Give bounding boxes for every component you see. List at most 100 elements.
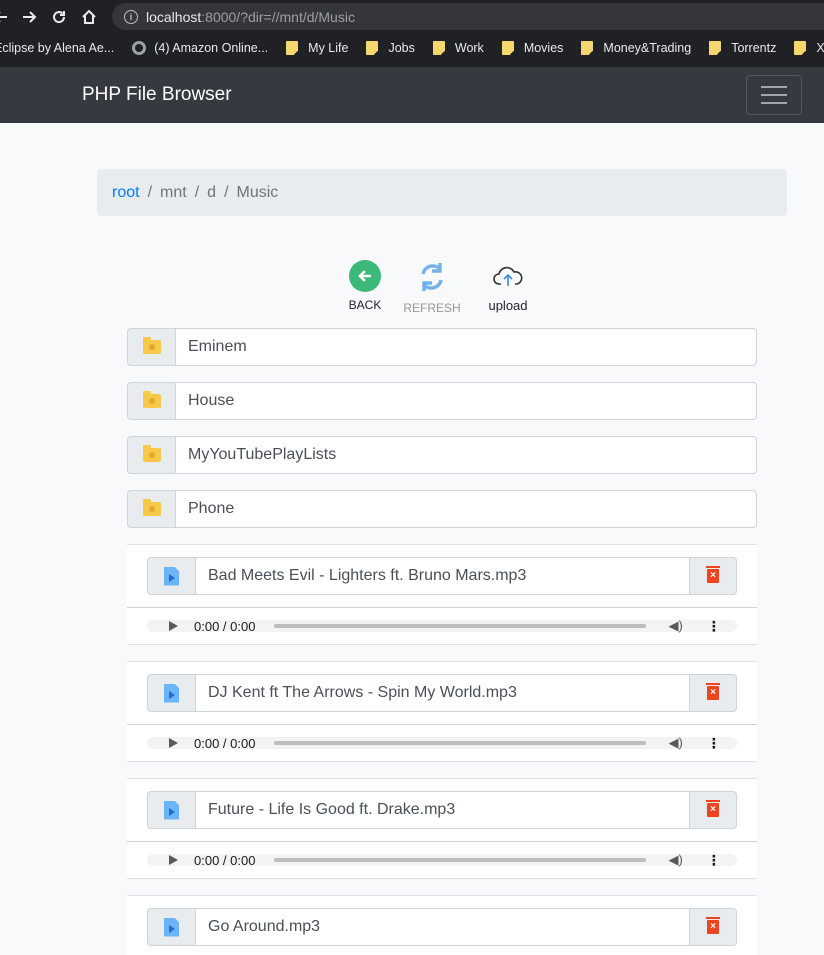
file-name[interactable]: Go Around.mp3 — [195, 908, 690, 946]
folder-name[interactable]: House — [175, 382, 757, 420]
home-icon[interactable] — [74, 2, 104, 32]
bookmark-jobs[interactable]: Jobs — [366, 41, 415, 55]
bookmark-label: Torrentz — [731, 41, 777, 55]
file-icon-addon — [147, 557, 195, 595]
folder-icon — [432, 41, 445, 55]
folder-item[interactable]: Eminem — [127, 328, 757, 366]
folder-item[interactable]: MyYouTubePlayLists — [127, 436, 757, 474]
file-row: DJ Kent ft The Arrows - Spin My World.mp… — [147, 674, 737, 712]
back-arrow-icon — [349, 260, 381, 292]
upload-button[interactable]: upload — [473, 260, 543, 313]
more-options-icon[interactable]: ⋮ — [707, 619, 721, 633]
audio-file-icon — [164, 566, 179, 586]
folder-icon — [794, 41, 807, 55]
info-icon[interactable]: i — [124, 9, 138, 24]
breadcrumb-root-link[interactable]: root — [112, 184, 140, 202]
folder-item[interactable]: Phone — [127, 490, 757, 528]
cloud-upload-icon — [493, 264, 523, 293]
audio-file-card: DJ Kent ft The Arrows - Spin My World.mp… — [127, 661, 757, 762]
bookmark-eclipse[interactable]: Eclipse by Alena Ae... — [0, 41, 114, 55]
play-icon[interactable] — [169, 621, 178, 631]
back-label: BACK — [348, 298, 382, 312]
file-name[interactable]: Future - Life Is Good ft. Drake.mp3 — [195, 791, 690, 829]
more-options-icon[interactable]: ⋮ — [707, 853, 721, 867]
folder-icon-addon — [127, 490, 175, 528]
bookmark-my-life[interactable]: My Life — [286, 41, 348, 55]
folder-icon — [366, 41, 379, 55]
bookmark-label: Money&Trading — [603, 41, 692, 55]
url-path: :8000/?dir=//mnt/d/Music — [201, 8, 355, 25]
volume-icon[interactable]: ◀) — [668, 618, 682, 634]
globe-icon — [132, 41, 147, 55]
trash-icon: × — [706, 800, 720, 817]
back-button[interactable]: BACK — [330, 260, 400, 312]
play-icon[interactable] — [169, 738, 178, 748]
folder-icon — [142, 499, 161, 516]
breadcrumb-item[interactable]: d — [207, 184, 216, 202]
url-host: localhost — [146, 8, 202, 25]
file-row: Go Around.mp3 × — [147, 908, 737, 946]
reload-icon[interactable] — [44, 2, 74, 32]
audio-time: 0:00 / 0:00 — [194, 618, 256, 634]
breadcrumb: root / mnt / d / Music — [97, 169, 787, 216]
folder-icon — [142, 445, 161, 462]
navbar-toggler-menu-icon[interactable] — [746, 75, 802, 115]
bookmark-label: (4) Amazon Online... — [154, 41, 269, 55]
breadcrumb-separator: / — [224, 183, 229, 201]
folder-name[interactable]: Eminem — [175, 328, 757, 366]
file-name[interactable]: DJ Kent ft The Arrows - Spin My World.mp… — [195, 674, 690, 712]
address-bar[interactable]: i localhost:8000/?dir=//mnt/d/Music — [112, 3, 824, 30]
bookmark-label: Movies — [523, 41, 564, 55]
more-options-icon[interactable]: ⋮ — [707, 736, 721, 750]
bookmark-amazon[interactable]: (4) Amazon Online... — [132, 41, 268, 55]
file-name[interactable]: Bad Meets Evil - Lighters ft. Bruno Mars… — [195, 557, 690, 595]
folder-icon — [142, 391, 161, 408]
refresh-icon — [415, 260, 449, 299]
forward-arrow-icon[interactable] — [14, 2, 44, 32]
bookmark-movies[interactable]: Movies — [501, 41, 564, 55]
trash-icon: × — [706, 917, 720, 934]
delete-button[interactable]: × — [690, 791, 737, 829]
bookmark-work[interactable]: Work — [432, 41, 484, 55]
folder-name[interactable]: MyYouTubePlayLists — [175, 436, 757, 474]
volume-icon[interactable]: ◀) — [668, 852, 682, 868]
breadcrumb-item[interactable]: mnt — [160, 184, 187, 202]
audio-file-card: Bad Meets Evil - Lighters ft. Bruno Mars… — [127, 544, 757, 645]
audio-progress-bar[interactable] — [274, 624, 647, 628]
folder-icon-addon — [127, 436, 175, 474]
play-icon[interactable] — [169, 855, 178, 865]
breadcrumb-separator: / — [194, 183, 200, 201]
delete-button[interactable]: × — [690, 908, 737, 946]
browser-toolbar: i localhost:8000/?dir=//mnt/d/Music — [0, 0, 824, 33]
folder-icon — [581, 41, 594, 55]
folder-icon — [709, 41, 722, 55]
audio-player: 0:00 / 0:00 ◀) ⋮ — [147, 618, 737, 634]
volume-icon[interactable]: ◀) — [668, 735, 682, 751]
audio-file-icon — [164, 683, 179, 703]
audio-time: 0:00 / 0:00 — [194, 852, 256, 868]
bookmark-torrentz[interactable]: Torrentz — [709, 41, 776, 55]
file-icon-addon — [147, 791, 195, 829]
folder-item[interactable]: House — [127, 382, 757, 420]
bookmark-label: Work — [454, 41, 484, 55]
upload-label: upload — [488, 298, 528, 313]
bookmark-label: Jobs — [388, 41, 415, 55]
bookmark-xd[interactable]: XD — [794, 41, 824, 55]
file-row: Future - Life Is Good ft. Drake.mp3 × — [147, 791, 737, 829]
bookmark-money-trading[interactable]: Money&Trading — [581, 41, 691, 55]
audio-progress-bar[interactable] — [274, 741, 647, 745]
folder-icon-addon — [127, 382, 175, 420]
refresh-label: REFRESH — [403, 301, 461, 315]
refresh-button[interactable]: REFRESH — [397, 260, 467, 315]
bookmark-label: Eclipse by Alena Ae... — [0, 41, 115, 55]
delete-button[interactable]: × — [690, 557, 737, 595]
audio-file-icon — [164, 917, 179, 937]
audio-progress-bar[interactable] — [274, 858, 647, 862]
folder-name[interactable]: Phone — [175, 490, 757, 528]
delete-button[interactable]: × — [690, 674, 737, 712]
file-icon-addon — [147, 908, 195, 946]
navbar-brand[interactable]: PHP File Browser — [82, 84, 232, 106]
divider — [127, 607, 757, 608]
divider — [127, 724, 757, 725]
bookmarks-bar: Eclipse by Alena Ae... (4) Amazon Online… — [0, 33, 824, 63]
